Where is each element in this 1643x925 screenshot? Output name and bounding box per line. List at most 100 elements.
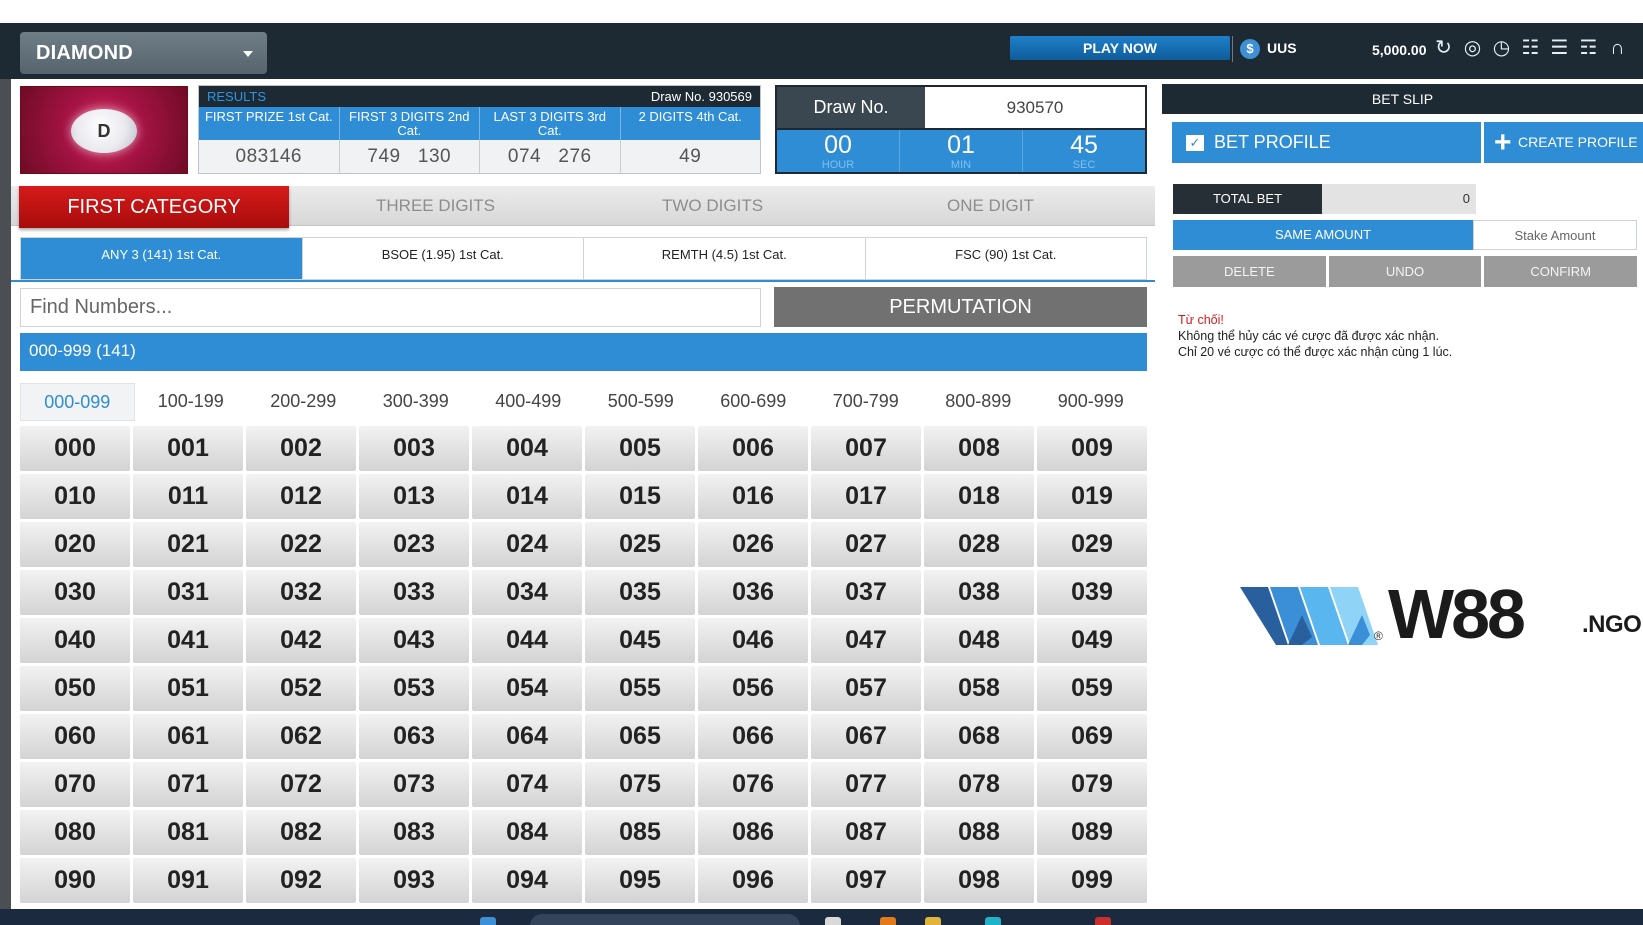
number-cell[interactable]: 028 — [924, 522, 1034, 567]
number-cell[interactable]: 036 — [698, 570, 808, 615]
number-cell[interactable]: 021 — [133, 522, 243, 567]
tab-remth[interactable]: REMTH (4.5) 1st Cat. — [584, 238, 866, 279]
number-cell[interactable]: 090 — [20, 858, 130, 903]
number-cell[interactable]: 098 — [924, 858, 1034, 903]
number-cell[interactable]: 006 — [698, 426, 808, 471]
number-cell[interactable]: 032 — [246, 570, 356, 615]
tab-first-category[interactable]: FIRST CATEGORY — [19, 186, 289, 228]
number-cell[interactable]: 091 — [133, 858, 243, 903]
number-cell[interactable]: 066 — [698, 714, 808, 759]
range-tab[interactable]: 800-899 — [922, 383, 1035, 421]
number-cell[interactable]: 040 — [20, 618, 130, 663]
number-cell[interactable]: 005 — [585, 426, 695, 471]
number-cell[interactable]: 068 — [924, 714, 1034, 759]
number-cell[interactable]: 039 — [1037, 570, 1147, 615]
history-icon[interactable]: ◷ — [1490, 36, 1513, 60]
number-cell[interactable]: 011 — [133, 474, 243, 519]
number-cell[interactable]: 001 — [133, 426, 243, 471]
number-cell[interactable]: 024 — [472, 522, 582, 567]
delete-button[interactable]: DELETE — [1173, 256, 1326, 287]
number-cell[interactable]: 064 — [472, 714, 582, 759]
number-cell[interactable]: 093 — [359, 858, 469, 903]
tab-any3[interactable]: ANY 3 (141) 1st Cat. — [21, 238, 303, 279]
number-cell[interactable]: 007 — [811, 426, 921, 471]
range-tab[interactable]: 500-599 — [585, 383, 698, 421]
number-cell[interactable]: 049 — [1037, 618, 1147, 663]
search-input[interactable] — [20, 288, 761, 327]
number-cell[interactable]: 061 — [133, 714, 243, 759]
number-cell[interactable]: 065 — [585, 714, 695, 759]
number-cell[interactable]: 008 — [924, 426, 1034, 471]
bet-profile-button[interactable]: ✓ BET PROFILE — [1172, 122, 1481, 163]
number-cell[interactable]: 051 — [133, 666, 243, 711]
number-cell[interactable]: 063 — [359, 714, 469, 759]
taskbar-search[interactable] — [530, 914, 800, 925]
number-cell[interactable]: 058 — [924, 666, 1034, 711]
number-cell[interactable]: 000 — [20, 426, 130, 471]
number-cell[interactable]: 055 — [585, 666, 695, 711]
number-cell[interactable]: 031 — [133, 570, 243, 615]
range-tab[interactable]: 400-499 — [472, 383, 585, 421]
start-icon[interactable] — [480, 917, 496, 925]
tab-bsoe[interactable]: BSOE (1.95) 1st Cat. — [303, 238, 584, 279]
app-icon[interactable] — [1095, 917, 1111, 925]
number-cell[interactable]: 048 — [924, 618, 1034, 663]
number-cell[interactable]: 092 — [246, 858, 356, 903]
number-cell[interactable]: 047 — [811, 618, 921, 663]
number-cell[interactable]: 059 — [1037, 666, 1147, 711]
number-cell[interactable]: 073 — [359, 762, 469, 807]
app-icon[interactable] — [985, 917, 1001, 925]
number-cell[interactable]: 099 — [1037, 858, 1147, 903]
number-cell[interactable]: 087 — [811, 810, 921, 855]
number-cell[interactable]: 077 — [811, 762, 921, 807]
number-cell[interactable]: 020 — [20, 522, 130, 567]
headset-icon[interactable]: ∩ — [1606, 36, 1629, 60]
number-cell[interactable]: 069 — [1037, 714, 1147, 759]
number-cell[interactable]: 035 — [585, 570, 695, 615]
number-cell[interactable]: 010 — [20, 474, 130, 519]
number-cell[interactable]: 003 — [359, 426, 469, 471]
number-cell[interactable]: 081 — [133, 810, 243, 855]
number-cell[interactable]: 085 — [585, 810, 695, 855]
clipboard-icon[interactable]: ☰ — [1548, 36, 1571, 60]
number-cell[interactable]: 067 — [811, 714, 921, 759]
number-cell[interactable]: 060 — [20, 714, 130, 759]
same-amount-button[interactable]: SAME AMOUNT — [1173, 220, 1473, 250]
number-cell[interactable]: 027 — [811, 522, 921, 567]
number-cell[interactable]: 046 — [698, 618, 808, 663]
number-cell[interactable]: 071 — [133, 762, 243, 807]
create-profile-button[interactable]: + CREATE PROFILE — [1484, 122, 1643, 163]
number-cell[interactable]: 088 — [924, 810, 1034, 855]
tab-fsc[interactable]: FSC (90) 1st Cat. — [866, 238, 1147, 279]
number-cell[interactable]: 080 — [20, 810, 130, 855]
number-cell[interactable]: 042 — [246, 618, 356, 663]
number-cell[interactable]: 053 — [359, 666, 469, 711]
number-cell[interactable]: 043 — [359, 618, 469, 663]
number-cell[interactable]: 089 — [1037, 810, 1147, 855]
number-cell[interactable]: 072 — [246, 762, 356, 807]
number-cell[interactable]: 013 — [359, 474, 469, 519]
number-cell[interactable]: 084 — [472, 810, 582, 855]
number-cell[interactable]: 070 — [20, 762, 130, 807]
stake-amount-input[interactable] — [1473, 220, 1637, 250]
number-cell[interactable]: 078 — [924, 762, 1034, 807]
number-cell[interactable]: 022 — [246, 522, 356, 567]
tab-two-digits[interactable]: TWO DIGITS — [662, 186, 763, 226]
range-tab[interactable]: 200-299 — [247, 383, 360, 421]
range-tab[interactable]: 600-699 — [697, 383, 810, 421]
number-cell[interactable]: 012 — [246, 474, 356, 519]
number-cell[interactable]: 044 — [472, 618, 582, 663]
number-cell[interactable]: 019 — [1037, 474, 1147, 519]
number-cell[interactable]: 082 — [246, 810, 356, 855]
number-cell[interactable]: 023 — [359, 522, 469, 567]
tab-three-digits[interactable]: THREE DIGITS — [376, 186, 495, 226]
number-cell[interactable]: 097 — [811, 858, 921, 903]
number-cell[interactable]: 025 — [585, 522, 695, 567]
number-cell[interactable]: 026 — [698, 522, 808, 567]
range-tab[interactable]: 000-099 — [20, 383, 135, 421]
range-tab[interactable]: 900-999 — [1035, 383, 1148, 421]
number-cell[interactable]: 002 — [246, 426, 356, 471]
number-cell[interactable]: 038 — [924, 570, 1034, 615]
number-cell[interactable]: 076 — [698, 762, 808, 807]
refresh-icon[interactable]: ↻ — [1432, 36, 1455, 60]
